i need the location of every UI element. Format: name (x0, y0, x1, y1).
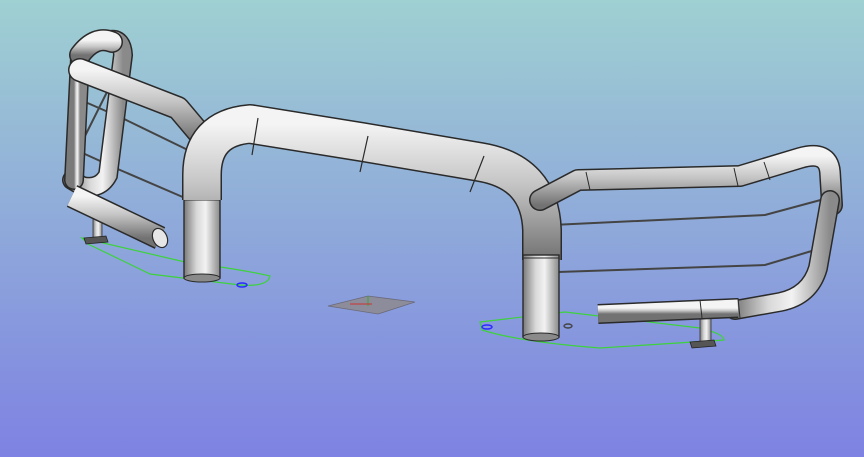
cad-3d-viewport[interactable] (0, 0, 864, 457)
left-main-leg (183, 194, 221, 283)
viewport-canvas[interactable] (0, 0, 864, 457)
right-main-leg (522, 254, 560, 342)
